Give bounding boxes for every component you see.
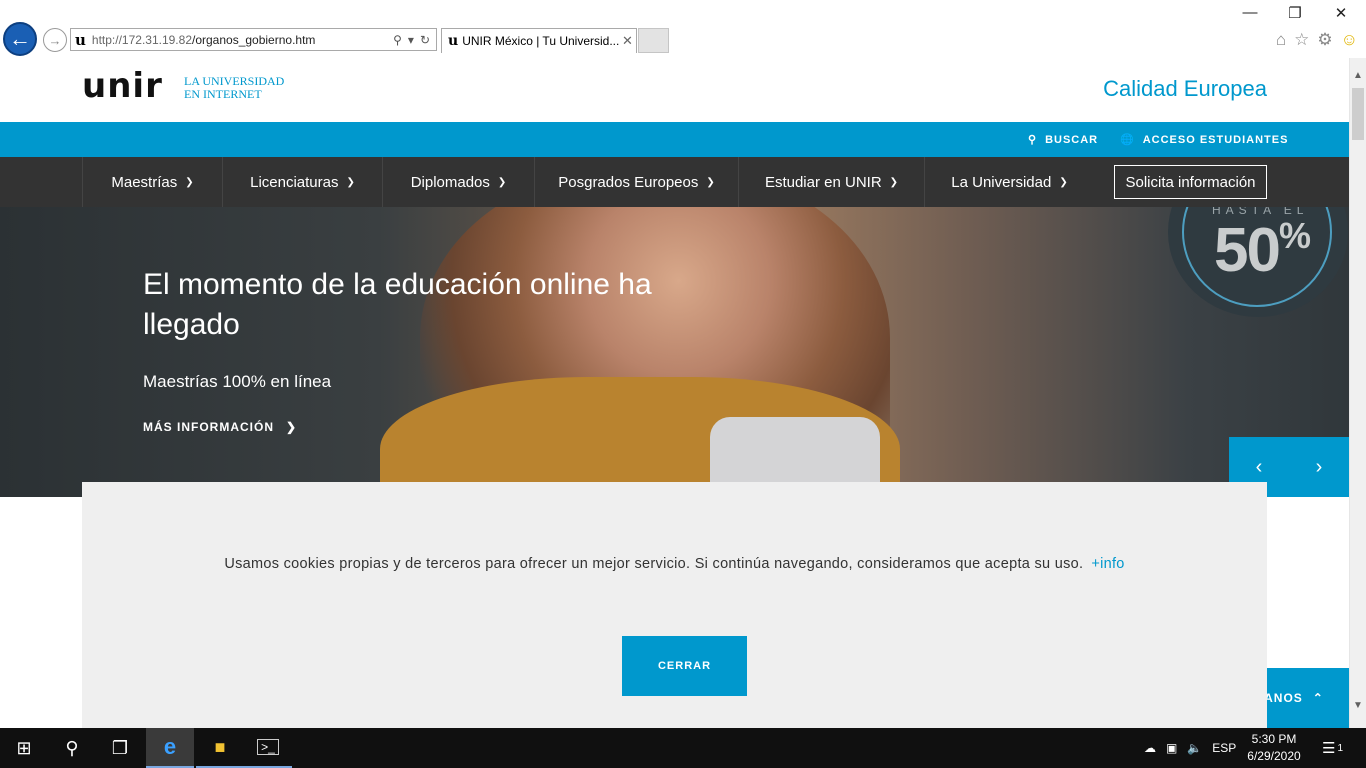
tagline-line2: EN INTERNET bbox=[184, 87, 262, 101]
windows-start-icon[interactable]: ⊞ bbox=[0, 728, 48, 768]
nav-label: Estudiar en UNIR bbox=[764, 173, 882, 191]
buscar-link[interactable]: ⚲ BUSCAR bbox=[1028, 133, 1099, 147]
cerrar-button[interactable]: CERRAR bbox=[622, 636, 747, 696]
acceso-label: ACCESO ESTUDIANTES bbox=[1142, 133, 1289, 146]
floating-tab-label: ANOS bbox=[1264, 691, 1303, 705]
site-favicon-icon: u bbox=[75, 30, 86, 49]
network-icon[interactable]: ▣ bbox=[1166, 741, 1177, 755]
chevron-down-icon: ❯ bbox=[889, 176, 899, 188]
new-tab-button[interactable] bbox=[638, 28, 669, 53]
favorites-star-icon[interactable]: ☆ bbox=[1294, 30, 1309, 50]
internet-explorer-icon[interactable]: e bbox=[146, 728, 194, 768]
home-icon[interactable]: ⌂ bbox=[1276, 30, 1286, 50]
search-icon: ⚲ bbox=[1028, 134, 1038, 146]
buscar-label: BUSCAR bbox=[1045, 133, 1099, 146]
scroll-thumb[interactable] bbox=[1352, 88, 1364, 140]
settings-gear-icon[interactable]: ⚙ bbox=[1317, 30, 1332, 50]
forward-button[interactable]: → bbox=[43, 28, 67, 52]
mas-informacion-link[interactable]: MÁS INFORMACIÓN ❯ bbox=[143, 420, 297, 434]
page-viewport: unir LA UNIVERSIDAD EN INTERNET Calidad … bbox=[0, 58, 1349, 728]
refresh-icon[interactable]: ↻ bbox=[420, 33, 430, 47]
close-window-icon[interactable]: ✕ bbox=[1331, 4, 1351, 22]
file-explorer-icon[interactable]: ■ bbox=[196, 728, 244, 768]
restore-icon[interactable]: ❐ bbox=[1285, 4, 1305, 22]
language-indicator[interactable]: ESP bbox=[1212, 741, 1236, 755]
action-center-icon[interactable]: ☰ 1 bbox=[1322, 728, 1343, 768]
close-tab-icon[interactable]: ✕ bbox=[622, 33, 636, 49]
acceso-estudiantes-link[interactable]: 🌐 ACCESO ESTUDIANTES bbox=[1120, 133, 1289, 147]
hero-slider: El momento de la educación online ha lle… bbox=[0, 207, 1349, 497]
cookie-message: Usamos cookies propias y de terceros par… bbox=[82, 556, 1267, 572]
tab-title: UNIR México | Tu Universid... bbox=[462, 34, 620, 48]
chevron-down-icon: ❯ bbox=[497, 176, 507, 188]
clock-time: 5:30 PM bbox=[1251, 732, 1297, 746]
nav-item-maestrias[interactable]: Maestrías ❯ bbox=[82, 157, 222, 207]
feedback-smiley-icon[interactable]: ☺ bbox=[1341, 30, 1358, 50]
nav-label: Posgrados Europeos bbox=[558, 173, 699, 191]
command-prompt-icon[interactable]: >_ bbox=[244, 728, 292, 768]
nav-item-diplomados[interactable]: Diplomados ❯ bbox=[382, 157, 534, 207]
page-scrollbar[interactable]: ▲ ▼ bbox=[1349, 58, 1366, 728]
slider-next-button[interactable]: › bbox=[1289, 437, 1349, 497]
solicita-informacion-button[interactable]: Solicita información bbox=[1114, 165, 1267, 199]
nav-item-posgrados[interactable]: Posgrados Europeos ❯ bbox=[534, 157, 738, 207]
cookie-banner: Usamos cookies propias y de terceros par… bbox=[82, 482, 1267, 728]
hero-title: El momento de la educación online ha lle… bbox=[143, 268, 652, 341]
back-button[interactable]: ← bbox=[3, 22, 37, 56]
url-text[interactable]: http://172.31.19.82/organos_gobierno.htm bbox=[92, 33, 393, 47]
nav-label: Licenciaturas bbox=[250, 173, 339, 191]
calidad-europea-label: Calidad Europea bbox=[1103, 76, 1267, 101]
url-path: /organos_gobierno.htm bbox=[192, 32, 316, 47]
taskbar: ⊞ ⚲ ❐ e ■ >_ ☁ ▣ 🔈 ESP 5:30 PM 6/29/2020… bbox=[0, 728, 1366, 768]
chevron-down-icon: ❯ bbox=[1059, 176, 1068, 188]
onedrive-cloud-icon[interactable]: ☁ bbox=[1144, 741, 1156, 755]
nav-label: Diplomados bbox=[410, 173, 490, 191]
volume-muted-icon[interactable]: 🔈 bbox=[1187, 741, 1202, 755]
main-nav: Maestrías ❯ Licenciaturas ❯ Diplomados ❯ Po… bbox=[0, 157, 1349, 207]
notification-count: 1 bbox=[1337, 742, 1344, 754]
task-view-icon[interactable]: ❐ bbox=[96, 728, 144, 768]
search-icon[interactable]: ⚲ bbox=[393, 33, 402, 47]
utility-bar: ⚲ BUSCAR 🌐 ACCESO ESTUDIANTES bbox=[0, 122, 1349, 157]
discount-badge: HASTA EL 50% bbox=[1168, 207, 1348, 317]
browser-chrome: ← → u http://172.31.19.82/organos_gobier… bbox=[0, 0, 1366, 58]
browser-tab[interactable]: u UNIR México | Tu Universid... ✕ bbox=[441, 28, 637, 53]
cookie-text: Usamos cookies propias y de terceros par… bbox=[224, 556, 1084, 572]
search-icon[interactable]: ⚲ bbox=[48, 728, 96, 768]
chevron-up-icon: ⌃ bbox=[1312, 691, 1324, 705]
dropdown-icon[interactable]: ▾ bbox=[408, 33, 414, 47]
clock-date: 6/29/2020 bbox=[1247, 749, 1301, 763]
nav-label: La Universidad bbox=[951, 173, 1052, 191]
chevron-down-icon: ❯ bbox=[706, 176, 715, 188]
chevron-right-icon: ❯ bbox=[286, 420, 298, 434]
mas-informacion-label: MÁS INFORMACIÓN bbox=[143, 420, 274, 434]
nav-item-licenciaturas[interactable]: Licenciaturas ❯ bbox=[222, 157, 382, 207]
tab-favicon-icon: u bbox=[448, 33, 459, 49]
clock[interactable]: 5:30 PM 6/29/2020 bbox=[1244, 731, 1304, 765]
badge-unit: % bbox=[1278, 215, 1311, 256]
nav-item-estudiar[interactable]: Estudiar en UNIR ❯ bbox=[738, 157, 924, 207]
logo-tagline: LA UNIVERSIDAD EN INTERNET bbox=[184, 75, 284, 101]
site-header: unir LA UNIVERSIDAD EN INTERNET Calidad … bbox=[0, 58, 1349, 122]
unir-logo[interactable]: unir bbox=[82, 66, 163, 106]
globe-icon: 🌐 bbox=[1120, 134, 1135, 146]
nav-item-universidad[interactable]: La Universidad ❯ bbox=[924, 157, 1094, 207]
scroll-down-icon[interactable]: ▼ bbox=[1350, 700, 1366, 711]
hero-subtitle: Maestrías 100% en línea bbox=[143, 372, 332, 391]
cookie-more-link[interactable]: +info bbox=[1091, 556, 1124, 572]
chevron-down-icon: ❯ bbox=[346, 176, 355, 188]
url-host: http://172.31.19.82 bbox=[91, 32, 192, 47]
system-tray: ☁ ▣ 🔈 ESP bbox=[1144, 728, 1236, 768]
scroll-up-icon[interactable]: ▲ bbox=[1350, 70, 1366, 81]
nav-label: Maestrías bbox=[111, 173, 178, 191]
badge-percent: 50% bbox=[1214, 215, 1311, 286]
chevron-down-icon: ❯ bbox=[185, 176, 194, 188]
address-bar[interactable]: u http://172.31.19.82/organos_gobierno.h… bbox=[70, 28, 437, 51]
minimize-icon[interactable]: — bbox=[1240, 4, 1260, 21]
badge-value: 50 bbox=[1214, 216, 1281, 285]
